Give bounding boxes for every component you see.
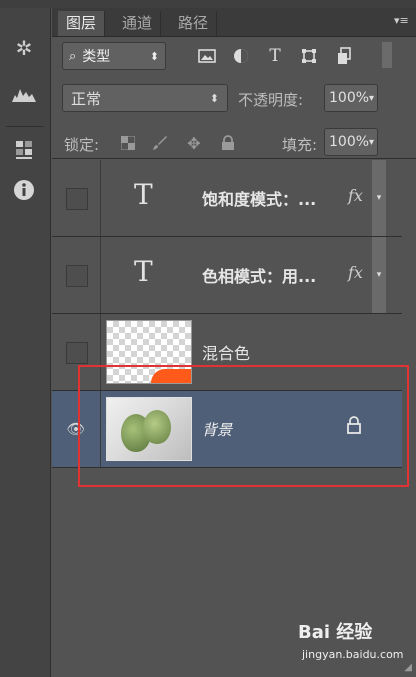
adjustment-filter-icon[interactable] <box>230 46 252 66</box>
highlight-box <box>78 365 409 487</box>
lock-row: 锁定: ✥ 填充: 100% ▾ <box>52 122 416 159</box>
tab-layers[interactable]: 图层 <box>58 11 106 36</box>
type-filter-icon[interactable]: T <box>264 46 286 66</box>
tool-divider <box>6 126 44 127</box>
chevron-updown-icon: ⬍ <box>209 91 219 105</box>
info-icon[interactable] <box>8 176 40 204</box>
filter-toggle-switch[interactable] <box>382 42 392 68</box>
blend-row: 正常 ⬍ 不透明度: 100% ▾ <box>52 80 416 114</box>
watermark-brand: Bai 经验 <box>298 622 373 643</box>
opacity-field[interactable]: 100% ▾ <box>324 84 378 112</box>
layer-row[interactable]: T 色相模式：用... fx ▾ <box>52 237 402 314</box>
effects-icon[interactable]: fx <box>348 263 363 282</box>
image-filter-icon[interactable] <box>196 46 218 66</box>
histogram-icon[interactable] <box>8 80 40 108</box>
watermark: Bai 经验 jingyan.baidu.com <box>298 618 410 666</box>
effects-expand-toggle[interactable]: ▾ <box>372 160 386 236</box>
panel-tabs: 图层 通道 路径 ▾≡ <box>52 8 416 37</box>
lock-label: 锁定: <box>64 136 100 154</box>
layer-row[interactable]: T 饱和度模式：... fx ▾ <box>52 160 402 237</box>
blend-mode-value: 正常 <box>71 89 102 108</box>
fill-field[interactable]: 100% ▾ <box>324 128 378 156</box>
watermark-url: jingyan.baidu.com <box>302 648 404 661</box>
layer-name[interactable]: 混合色 <box>202 340 250 364</box>
effects-icon[interactable]: fx <box>348 186 363 205</box>
column-divider <box>100 160 101 236</box>
brush-icon[interactable] <box>150 133 170 153</box>
layer-name[interactable]: 色相模式：用... <box>202 263 316 287</box>
column-divider <box>100 237 101 313</box>
tab-channels[interactable]: 通道 <box>114 11 162 36</box>
lock-icon[interactable] <box>218 133 238 153</box>
shape-filter-icon[interactable] <box>298 46 320 66</box>
text-layer-icon: T <box>134 255 153 288</box>
chevron-updown-icon: ⬍ <box>149 49 159 63</box>
panel-menu-icon[interactable]: ▾≡ <box>394 14 410 28</box>
filter-kind-label: 类型 <box>82 49 111 65</box>
text-layer-icon: T <box>134 178 153 211</box>
effects-expand-toggle[interactable]: ▾ <box>372 237 386 313</box>
visibility-toggle[interactable] <box>66 342 88 364</box>
top-strip <box>0 0 416 8</box>
chevron-down-icon: ▾ <box>369 92 375 104</box>
opacity-label: 不透明度: <box>238 91 304 109</box>
filter-kind-dropdown[interactable]: ⌕ 类型 ⬍ <box>62 42 166 70</box>
gear-icon[interactable]: ✲ <box>8 34 40 62</box>
lock-transparent-icon[interactable] <box>118 133 138 153</box>
move-icon[interactable]: ✥ <box>184 133 204 153</box>
layer-name[interactable]: 饱和度模式：... <box>202 186 316 210</box>
tool-strip: ✲ <box>0 8 51 677</box>
chevron-down-icon: ▾ <box>369 136 375 148</box>
visibility-toggle[interactable] <box>66 265 88 287</box>
search-icon: ⌕ <box>69 48 77 64</box>
layer-comps-icon[interactable] <box>8 136 40 164</box>
fill-value: 100% <box>329 134 370 150</box>
filter-row: ⌕ 类型 ⬍ T <box>52 38 416 72</box>
layers-panel: 图层 通道 路径 ▾≡ ⌕ 类型 ⬍ T 正常 ⬍ 不透明度: 100% ▾ 锁… <box>52 8 416 677</box>
tab-paths[interactable]: 路径 <box>170 11 218 36</box>
opacity-value: 100% <box>329 90 370 106</box>
blend-mode-dropdown[interactable]: 正常 ⬍ <box>62 84 228 112</box>
visibility-toggle[interactable] <box>66 188 88 210</box>
smart-object-filter-icon[interactable] <box>334 46 356 66</box>
fill-label: 填充: <box>282 136 318 154</box>
